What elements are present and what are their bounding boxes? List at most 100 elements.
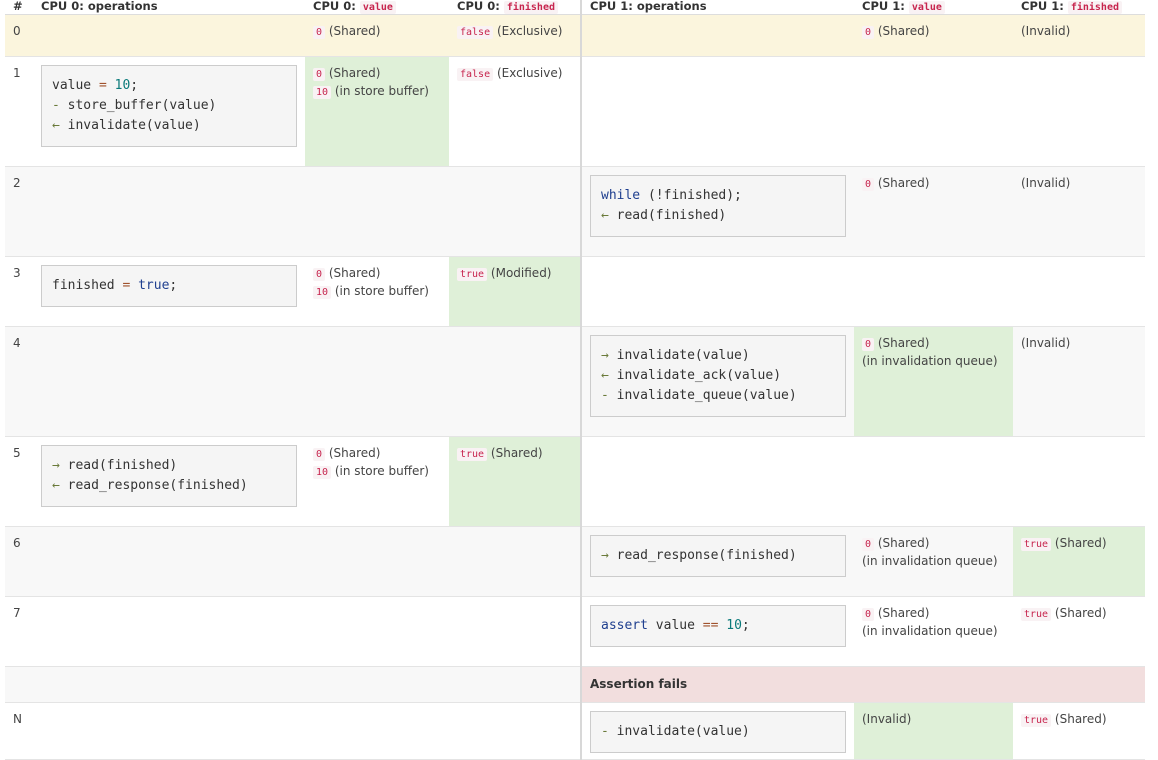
value-code: 0 — [313, 448, 326, 461]
code-block: → read_response(finished) — [590, 535, 846, 577]
code-token: invalidate_queue(value) — [616, 388, 797, 403]
value-code: 0 — [862, 538, 875, 551]
cpu1-ops-cell: assert value == 10; — [581, 596, 854, 667]
cpu1-finished-cell: (Invalid) — [1013, 326, 1145, 437]
state-text: (in store buffer) — [334, 464, 429, 478]
state-text: (Shared) — [328, 66, 381, 80]
code-token: ; — [741, 618, 750, 633]
cpu1-value-cell — [854, 56, 1013, 167]
code-token: invalidate_ack(value) — [616, 368, 782, 383]
cpu0-finished-cell: true (Modified) — [449, 256, 582, 327]
row-number: 5 — [5, 436, 33, 527]
cpu1-value-cell: 0 (Shared) (in invalidation queue) — [854, 526, 1013, 597]
state-text: (Shared) — [1054, 712, 1107, 726]
table-row: 7 assert value == 10; 0 (Shared) (in inv… — [5, 596, 1145, 667]
cpu1-finished-cell — [1013, 436, 1145, 527]
code-block: while (!finished); ← read(finished) — [590, 175, 846, 237]
cpu0-value-cell — [305, 166, 449, 257]
value-code: 0 — [862, 26, 875, 39]
code-token: read(finished) — [616, 208, 727, 223]
cpu1-value-cell: 0 (Shared) (in invalidation queue) — [854, 326, 1013, 437]
code-line: finished = true; — [52, 276, 286, 296]
code-token: finished — [52, 278, 115, 293]
value-code: 0 — [313, 68, 326, 81]
state-text: (Invalid) — [862, 712, 912, 726]
row-number: 0 — [5, 14, 33, 57]
code-token: = — [122, 278, 131, 293]
cpu1-ops-cell: → invalidate(value) ← invalidate_ack(val… — [581, 326, 854, 437]
code-token: ← — [52, 478, 60, 493]
code-token: → — [601, 548, 609, 563]
cpu0-finished-cell: false (Exclusive) — [449, 56, 582, 167]
state-text: (Invalid) — [1021, 336, 1071, 350]
cpu0-ops-cell: finished = true; — [33, 256, 305, 327]
cpu1-value-cell — [854, 436, 1013, 527]
header-prefix: CPU 1: — [1021, 0, 1064, 13]
code-token: 10 — [114, 78, 131, 93]
cpu0-ops-cell — [33, 326, 305, 437]
code-token: ; — [130, 78, 139, 93]
code-line: ← read_response(finished) — [52, 476, 286, 496]
col-header-cpu0-finished: CPU 0: finished — [449, 0, 582, 15]
cpu1-value-cell: (Invalid) — [854, 702, 1013, 760]
value-code: 0 — [862, 338, 875, 351]
row-number: 6 — [5, 526, 33, 597]
cpu0-value-cell: 0 (Shared) 10 (in store buffer) — [305, 256, 449, 327]
cpu1-ops-cell — [581, 56, 854, 167]
cpu1-value-cell: 0 (Shared) — [854, 14, 1013, 57]
code-line: → read(finished) — [52, 456, 286, 476]
state-text: (Shared) — [328, 266, 381, 280]
col-header-cpu1-finished: CPU 1: finished — [1013, 0, 1145, 15]
cpu0-value-cell: 0 (Shared) — [305, 14, 449, 57]
code-block: assert value == 10; — [590, 605, 846, 647]
value-code: 0 — [313, 268, 326, 281]
cpu1-ops-cell — [581, 436, 854, 527]
cpu0-value-cell — [305, 526, 449, 597]
code-line: - invalidate_queue(value) — [601, 386, 835, 406]
code-token: → — [52, 458, 60, 473]
col-header-cpu1-ops: CPU 1: operations — [581, 0, 854, 15]
table-row: 1 value = 10; - store_buffer(value) ← in… — [5, 56, 1145, 167]
cpu1-ops-cell: while (!finished); ← read(finished) — [581, 166, 854, 257]
code-token: → — [601, 348, 609, 363]
value-code: true — [1021, 714, 1052, 727]
cpu0-ops-cell — [33, 166, 305, 257]
value-code: true — [457, 268, 488, 281]
cpu1-ops-cell — [581, 14, 854, 57]
cpu0-value-cell: 0 (Shared) 10 (in store buffer) — [305, 56, 449, 167]
code-token: invalidate(value) — [67, 118, 201, 133]
value-code: false — [457, 68, 494, 81]
value-code: true — [457, 448, 488, 461]
code-line: while (!finished); — [601, 186, 835, 206]
value-code: true — [1021, 608, 1052, 621]
code-token: read_response(finished) — [67, 478, 248, 493]
code-token: ← — [601, 208, 609, 223]
code-line: ← read(finished) — [601, 206, 835, 226]
state-text: (in invalidation queue) — [862, 624, 998, 638]
memory-trace-table: # CPU 0: operations CPU 0: value CPU 0: … — [5, 0, 1145, 760]
cpu0-ops-cell — [33, 596, 305, 667]
code-line: value = 10; — [52, 76, 286, 96]
table-row: 6 → read_response(finished) 0 (Shared) (… — [5, 526, 1145, 597]
cpu1-ops-cell — [581, 256, 854, 327]
cpu1-finished-cell — [1013, 56, 1145, 167]
header-code: finished — [1067, 1, 1122, 14]
code-line: → read_response(finished) — [601, 546, 835, 566]
col-header-cpu1-value: CPU 1: value — [854, 0, 1013, 15]
code-token: invalidate(value) — [616, 348, 750, 363]
cpu1-finished-cell — [1013, 256, 1145, 327]
cpu0-value-cell — [305, 326, 449, 437]
code-block: → read(finished) ← read_response(finishe… — [41, 445, 297, 507]
state-text: (Invalid) — [1021, 176, 1071, 190]
state-text: (Modified) — [490, 266, 552, 280]
cpu0-value-cell — [305, 666, 449, 703]
code-token: value — [52, 78, 92, 93]
cpu0-finished-cell — [449, 666, 582, 703]
code-token: = — [98, 78, 107, 93]
state-text: (Shared) — [490, 446, 543, 460]
row-number: 1 — [5, 56, 33, 167]
cpu0-value-cell — [305, 702, 449, 760]
table-row: 5 → read(finished) ← read_response(finis… — [5, 436, 1145, 527]
code-token: ← — [601, 368, 609, 383]
cpu1-value-cell: 0 (Shared) — [854, 166, 1013, 257]
